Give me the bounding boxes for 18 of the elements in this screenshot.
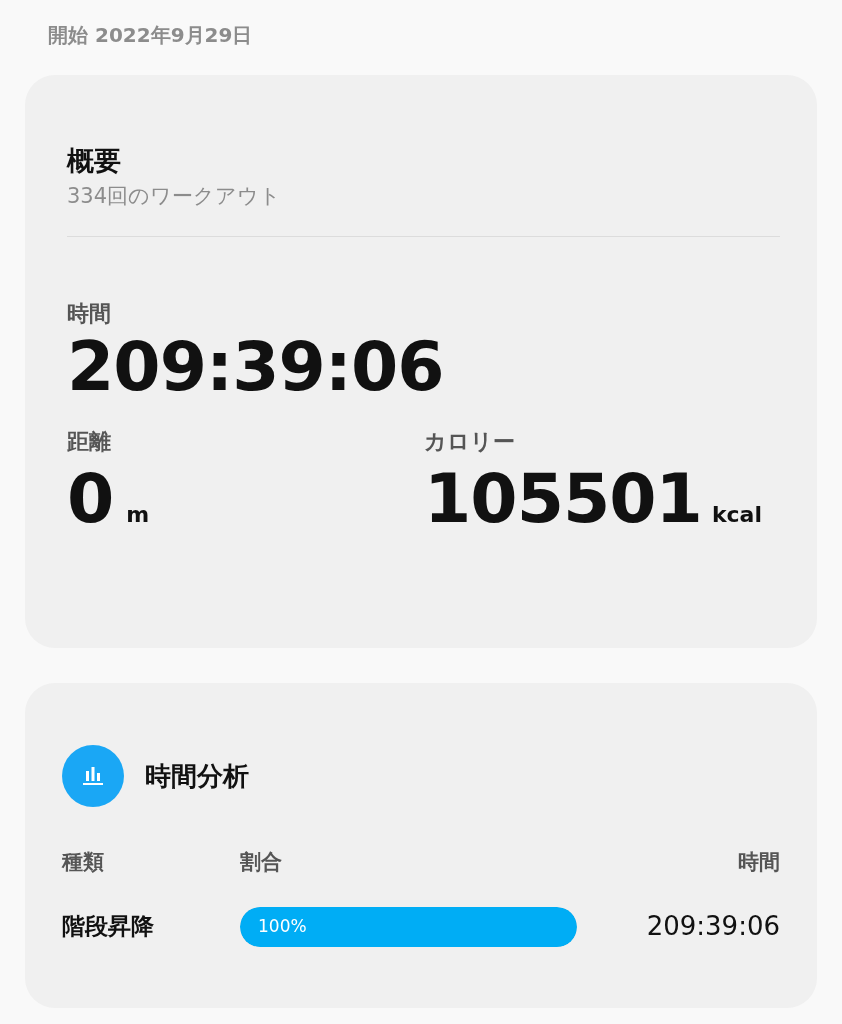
duration-value: 209:39:06	[67, 329, 444, 405]
stat-label: 距離	[67, 428, 111, 456]
column-header: 時間	[738, 849, 780, 876]
calories-value: 105501	[424, 458, 702, 540]
card-title: 概要	[67, 144, 121, 178]
stat-label: カロリー	[424, 428, 515, 456]
time-value: 209:39:06	[645, 910, 780, 943]
unit-label: m	[126, 501, 150, 529]
activity-type: 階段昇降	[62, 912, 155, 942]
distance-value: 0	[67, 458, 115, 540]
stat-label: 時間	[67, 300, 111, 328]
column-header: 種類	[62, 849, 105, 876]
unit-label: kcal	[711, 501, 762, 529]
start-date: 開始 2022年9月29日	[48, 22, 253, 49]
section-title: 時間分析	[145, 759, 249, 793]
workout-count: 334回のワークアウト	[67, 183, 282, 210]
percent-label: 100%	[258, 914, 307, 938]
column-header: 割合	[240, 849, 283, 876]
